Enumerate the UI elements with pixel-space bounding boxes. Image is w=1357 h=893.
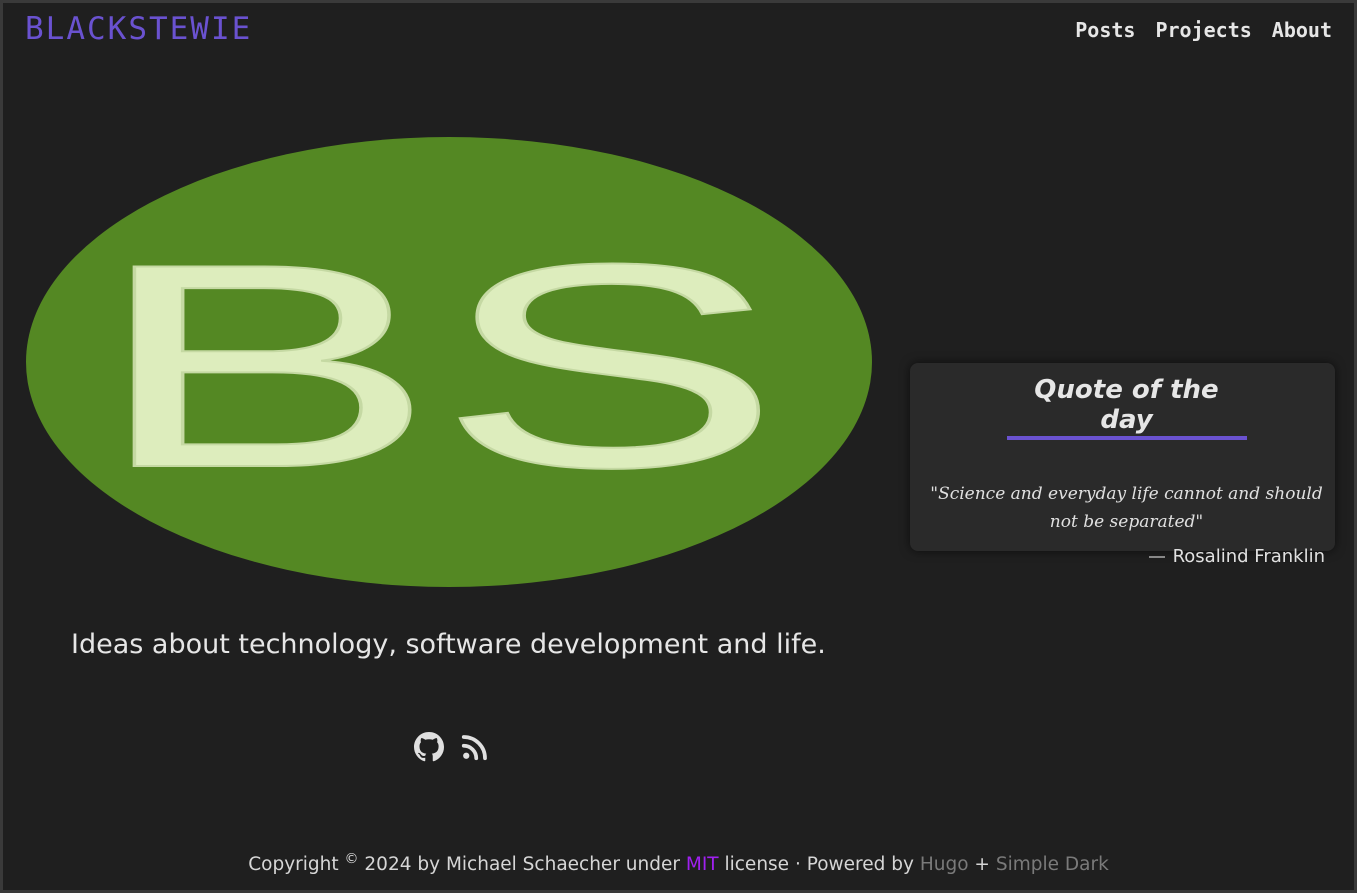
site-tagline: Ideas about technology, software develop… (71, 629, 826, 660)
social-links (414, 731, 490, 763)
footer-powered-by: license · Powered by (724, 854, 914, 876)
logo-text: BS (92, 204, 782, 528)
footer-plus: + (974, 854, 990, 876)
mit-license-link[interactable]: MIT (686, 854, 719, 875)
simple-dark-link[interactable]: Simple Dark (996, 854, 1109, 875)
site-footer: Copyright © 2024 by Michael Schaecher un… (3, 851, 1354, 875)
quote-of-the-day-card: Quote of the day "Science and everyday l… (910, 363, 1335, 567)
quote-author: Rosalind Franklin (928, 546, 1325, 567)
site-brand-link[interactable]: BLACKSTEWIE (25, 11, 252, 47)
author-dash (1148, 556, 1165, 558)
nav-about-link[interactable]: About (1272, 18, 1332, 42)
bs-logo: BS (26, 137, 872, 587)
footer-copyright-prefix: Copyright (248, 854, 339, 876)
quote-title: Quote of the day (1006, 375, 1247, 440)
copyright-symbol: © (344, 851, 359, 867)
quote-author-name: Rosalind Franklin (1172, 546, 1325, 567)
hugo-link[interactable]: Hugo (920, 854, 969, 875)
quote-text: "Science and everyday life cannot and sh… (930, 484, 1323, 532)
nav-posts-link[interactable]: Posts (1075, 18, 1135, 42)
footer-copyright-text: 2024 by Michael Schaecher under (364, 854, 680, 876)
nav-projects-link[interactable]: Projects (1155, 18, 1251, 42)
main-nav: Posts Projects About (1075, 18, 1332, 42)
github-icon[interactable] (414, 731, 444, 763)
rss-icon[interactable] (460, 731, 490, 763)
